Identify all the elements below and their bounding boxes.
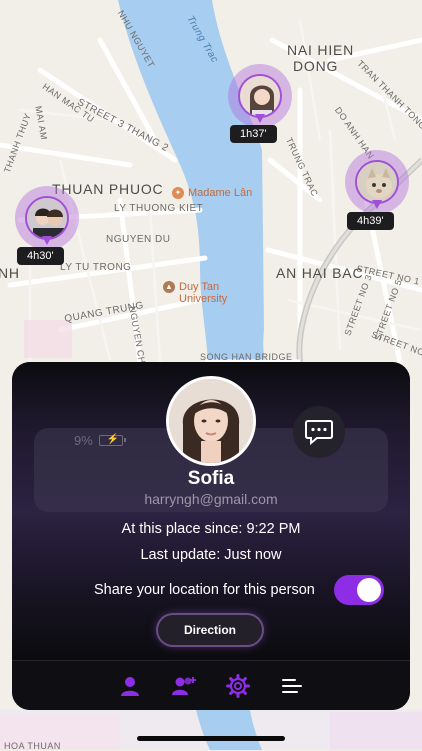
friend-pin-3[interactable] bbox=[15, 186, 79, 250]
last-update-text: Last update: Just now bbox=[140, 547, 282, 563]
tab-menu[interactable] bbox=[278, 672, 306, 700]
toggle-knob bbox=[357, 578, 381, 602]
pin-time-1: 1h37' bbox=[230, 125, 277, 143]
poi-madame-lan[interactable]: ✦ Madame Lân bbox=[172, 187, 252, 199]
message-button[interactable] bbox=[293, 406, 345, 458]
tab-add-friend[interactable] bbox=[170, 672, 198, 700]
share-location-row: Share your location for this person bbox=[94, 574, 384, 606]
map-label-nguyen-du: NGUYEN DU bbox=[106, 234, 171, 245]
share-location-toggle[interactable] bbox=[334, 575, 384, 605]
poi-duy-tan-university[interactable]: ▲ Duy Tan University bbox=[163, 281, 227, 305]
pin-time-3: 4h30' bbox=[17, 247, 64, 265]
pin-pointer bbox=[42, 236, 52, 245]
pin-pointer bbox=[372, 200, 382, 209]
bottom-tab-bar bbox=[12, 660, 410, 710]
direction-button[interactable]: Direction bbox=[158, 615, 262, 645]
pin-pointer bbox=[255, 114, 265, 123]
add-friend-icon bbox=[172, 677, 196, 695]
friend-name: Sofia bbox=[187, 468, 235, 489]
tab-profile[interactable] bbox=[116, 672, 144, 700]
friend-2-photo bbox=[355, 160, 399, 204]
tab-settings[interactable] bbox=[224, 672, 252, 700]
poi-duy-tan-label-1: Duy Tan bbox=[179, 281, 220, 293]
home-indicator[interactable] bbox=[137, 736, 285, 741]
battery-status: 9% ⚡ bbox=[74, 433, 126, 448]
since-text: At this place since: 9:22 PM bbox=[121, 521, 301, 537]
battery-percent: 9% bbox=[74, 433, 93, 448]
share-location-label: Share your location for this person bbox=[94, 582, 315, 598]
map-label-nh: NH bbox=[0, 265, 20, 281]
restaurant-icon: ✦ bbox=[172, 187, 184, 199]
avatar[interactable] bbox=[166, 376, 256, 466]
map-label-an-hai-bac: AN HAI BAC bbox=[276, 265, 364, 281]
battery-icon: ⚡ bbox=[98, 434, 126, 446]
chat-bubble-icon bbox=[305, 420, 333, 446]
friend-pin-2[interactable] bbox=[345, 150, 409, 214]
friend-email: harryngh@gmail.com bbox=[144, 491, 278, 507]
friend-1-photo bbox=[238, 74, 282, 118]
person-icon bbox=[121, 677, 139, 696]
pin-time-2: 4h39' bbox=[347, 212, 394, 230]
poi-duy-tan-label-2: University bbox=[179, 293, 228, 305]
menu-icon bbox=[282, 679, 302, 693]
map-label-ly-thuong-kiet: LY THUONG KIET bbox=[114, 203, 204, 214]
university-icon: ▲ bbox=[163, 281, 175, 293]
friend-3-photo bbox=[25, 196, 69, 240]
friend-pin-1[interactable] bbox=[228, 64, 292, 128]
map-label-nai-hien: NAI HIEN bbox=[287, 42, 355, 58]
map-label-song-han-bridge: SONG HAN BRIDGE bbox=[200, 352, 293, 362]
gear-icon bbox=[226, 674, 250, 698]
poi-madame-lan-label: Madame Lân bbox=[188, 187, 253, 199]
map-label-dong: DONG bbox=[293, 58, 339, 74]
map-label-ly-tu-trong: LY TU TRONG bbox=[60, 262, 132, 273]
friend-detail-card: 9% ⚡ Sofia harryngh@gmail.com At this pl… bbox=[12, 362, 410, 710]
